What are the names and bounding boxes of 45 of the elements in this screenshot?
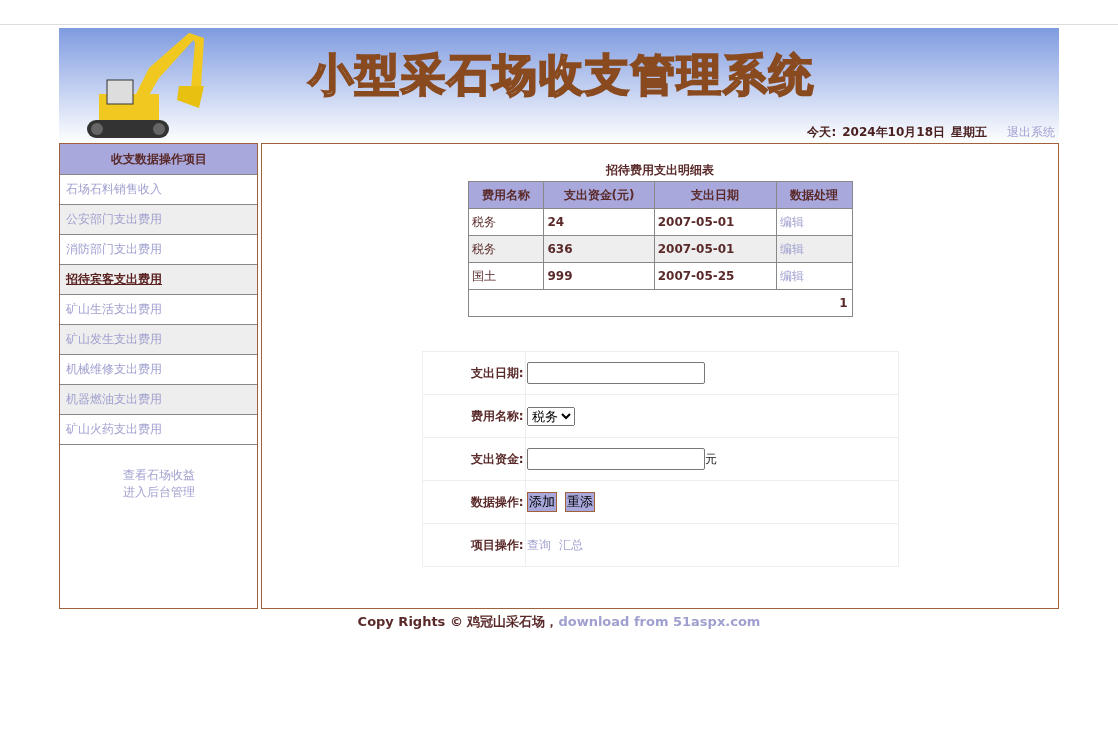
table-cell: 国土	[468, 262, 544, 290]
sidebar-link[interactable]: 进入后台管理	[122, 484, 195, 501]
table-cell: 税务	[468, 208, 544, 236]
form-label: 项目操作:	[470, 537, 524, 552]
column-header: 费用名称	[468, 181, 544, 209]
table-cell: 2007-05-01	[654, 235, 776, 263]
table-cell: 2007-05-01	[654, 208, 776, 236]
table-title: 招待费用支出明细表	[606, 162, 714, 179]
column-header: 支出日期	[654, 181, 776, 209]
current-date: 2024年10月18日	[842, 124, 945, 141]
date-input-field[interactable]	[526, 362, 705, 384]
table-cell: 636	[544, 235, 655, 263]
table-cell: 24	[544, 208, 655, 236]
copyright-text: Copy Rights © 鸡冠山采石场，	[357, 614, 559, 629]
table-cell: 税务	[468, 235, 544, 263]
form-label: 支出资金:	[470, 451, 524, 466]
date-label: 今天:	[807, 124, 837, 141]
operation-link[interactable]: 汇总	[558, 537, 583, 552]
amount-input-field[interactable]	[526, 448, 705, 470]
form-label: 费用名称:	[470, 408, 524, 423]
form-label: 数据操作:	[470, 494, 524, 509]
weekday: 星期五	[951, 124, 987, 141]
operation-link[interactable]: 查询	[526, 537, 551, 552]
page-number[interactable]: 1	[839, 296, 848, 310]
sidebar-item[interactable]: 矿山发生支出费用	[60, 325, 257, 355]
sidebar-item[interactable]: 公安部门支出费用	[60, 205, 257, 235]
expense-name-dropdown[interactable]: 税务	[526, 406, 575, 426]
sidebar-link[interactable]: 查看石场收益	[122, 467, 195, 484]
table-cell: 999	[544, 262, 655, 290]
download-link[interactable]: download from 51aspx.com	[558, 614, 761, 629]
edit-link[interactable]: 编辑	[779, 241, 804, 256]
column-header: 支出资金(元)	[544, 181, 655, 209]
form-button[interactable]: 添加	[526, 492, 557, 512]
form-button[interactable]: 重添	[564, 492, 595, 512]
sidebar-heading: 收支数据操作项目	[60, 144, 257, 175]
unit-label: 元	[704, 451, 717, 466]
edit-link[interactable]: 编辑	[779, 268, 804, 283]
logout-link[interactable]: 退出系统	[1007, 124, 1055, 141]
sidebar-item[interactable]: 机器燃油支出费用	[60, 385, 257, 415]
edit-link[interactable]: 编辑	[779, 214, 804, 229]
form-label: 支出日期:	[470, 365, 524, 380]
table-cell: 2007-05-25	[654, 262, 776, 290]
sidebar-item[interactable]: 招待宾客支出费用	[60, 265, 257, 295]
column-header: 数据处理	[776, 181, 852, 209]
system-title: 小型采石场收支管理系统	[309, 48, 815, 102]
